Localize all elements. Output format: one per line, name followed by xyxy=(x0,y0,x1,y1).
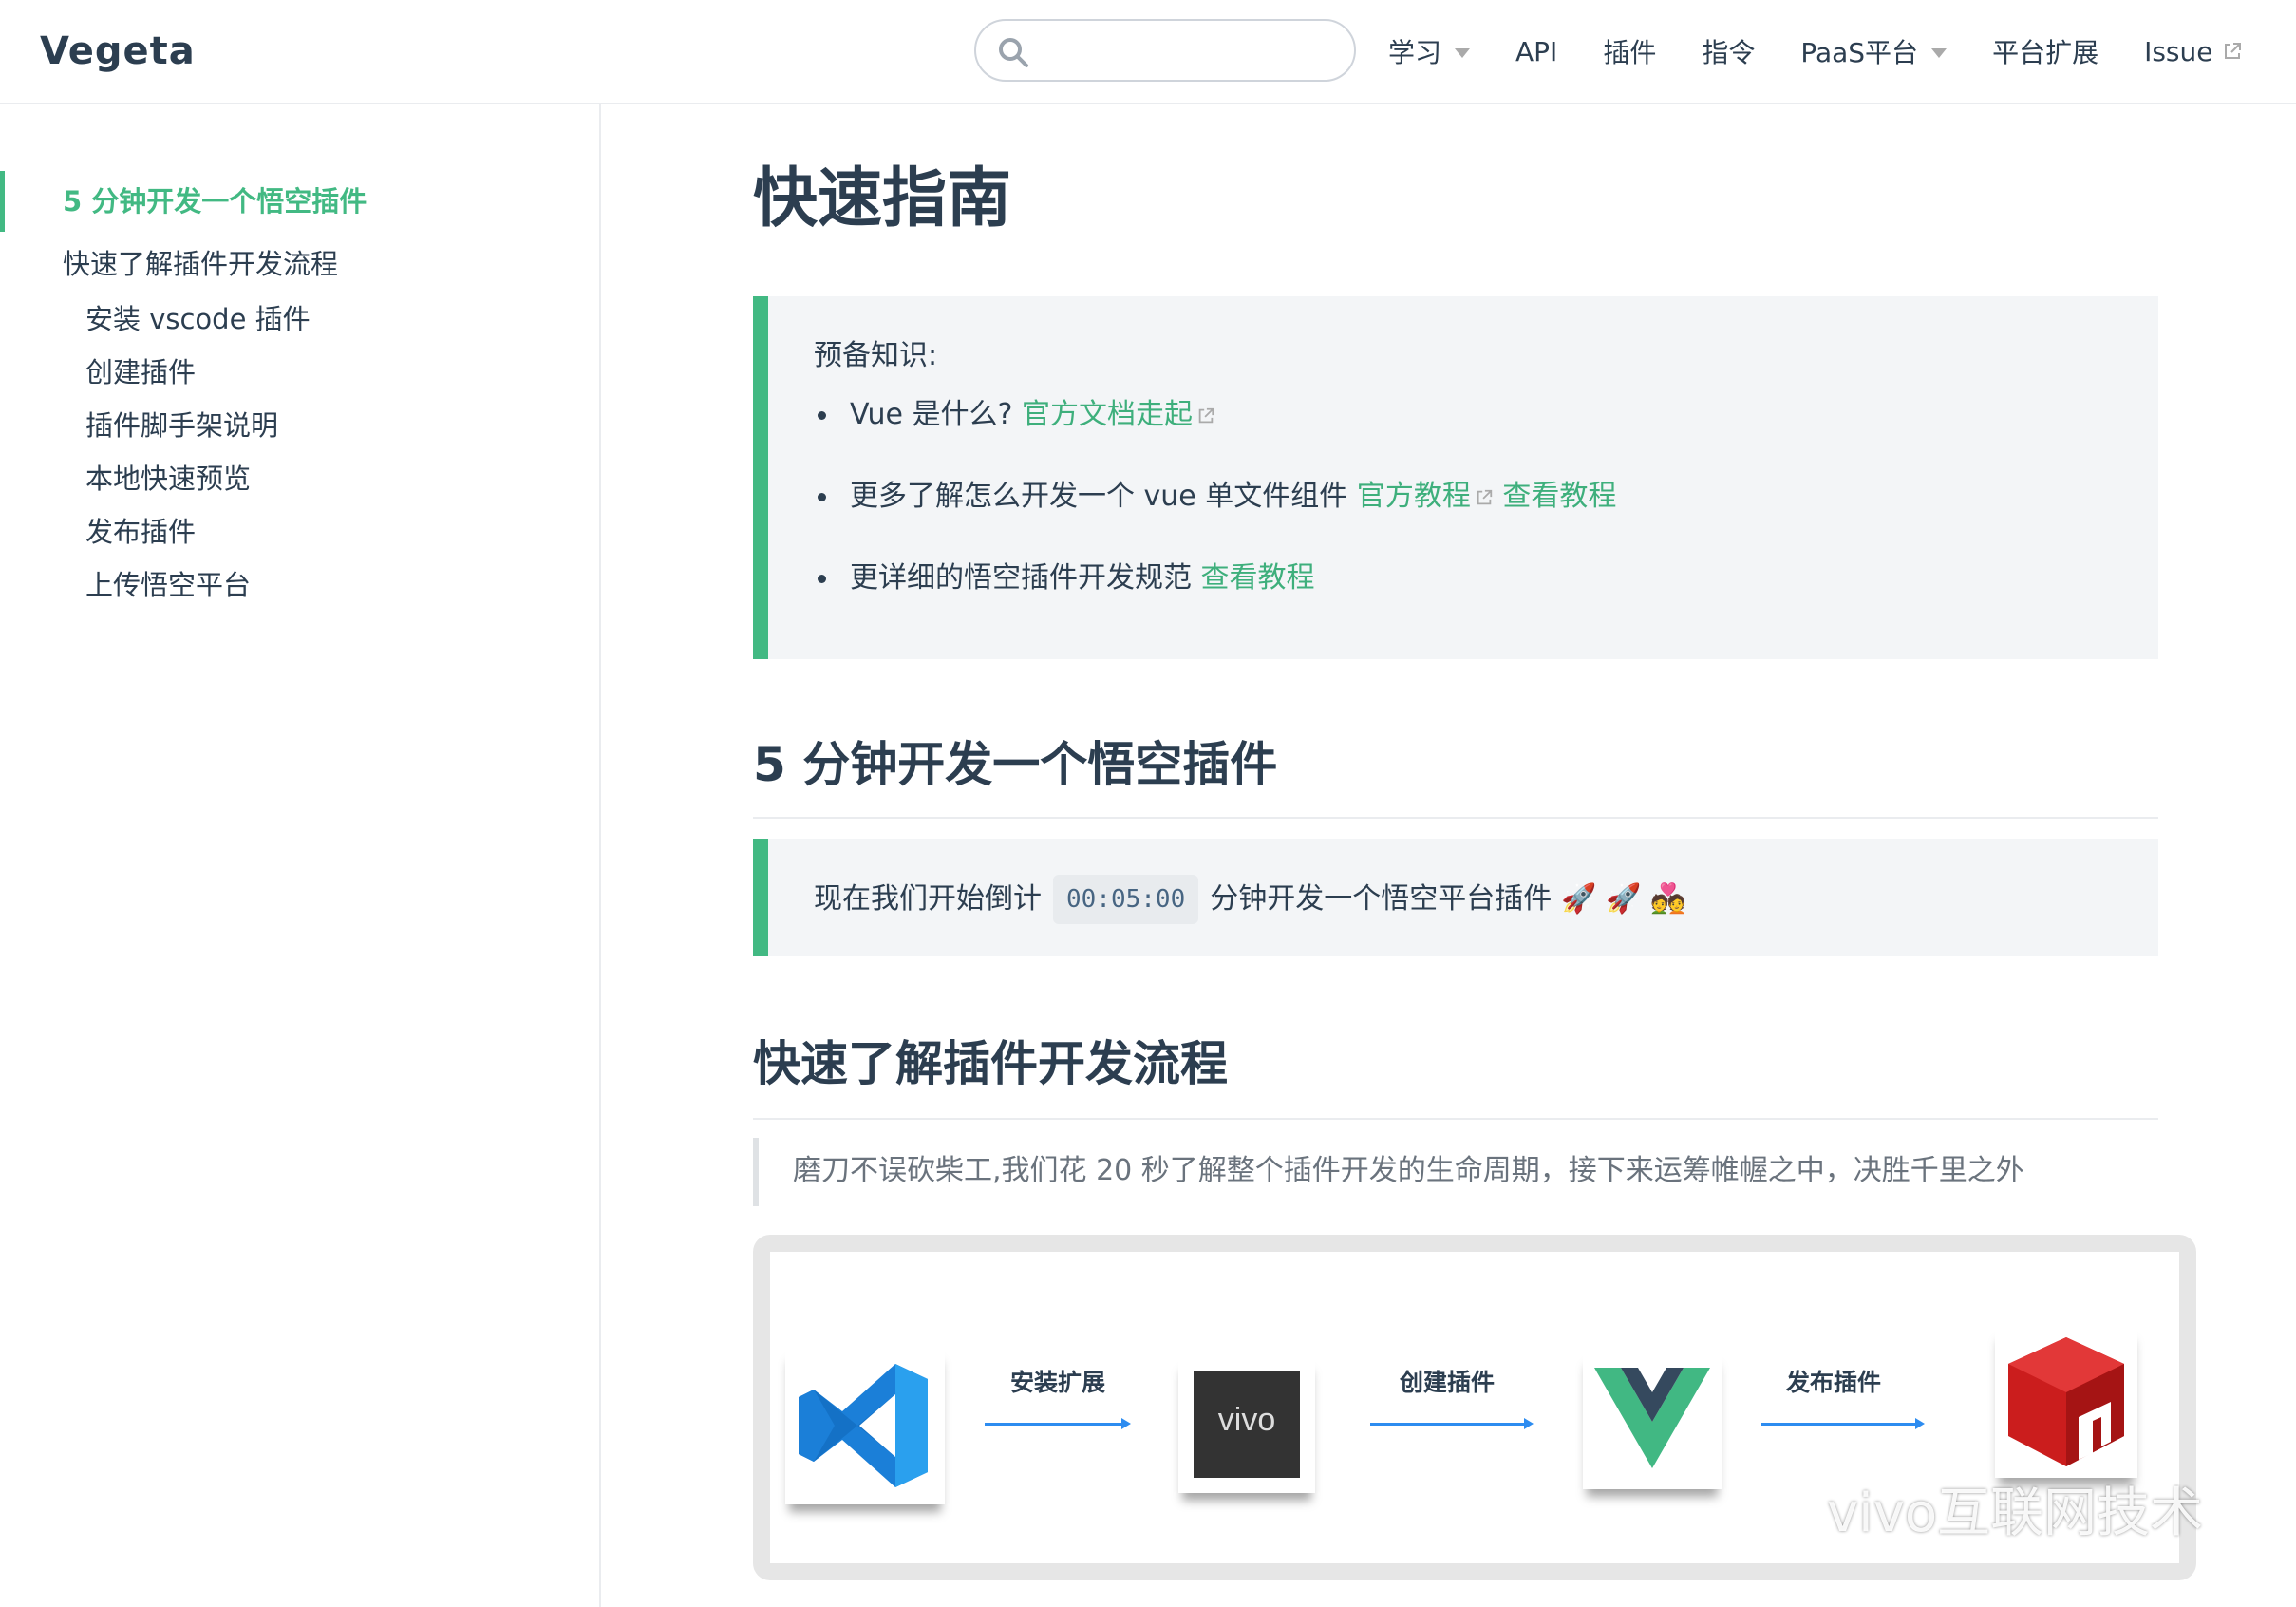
countdown-tip: 现在我们开始倒计 00:05:00 分钟开发一个悟空平台插件 🚀 🚀 💑 xyxy=(753,839,2158,956)
flow-step-install: 安装扩展 xyxy=(1010,1369,1106,1396)
nav-issue-label: Issue xyxy=(2144,35,2213,67)
countdown-code: 00:05:00 xyxy=(1053,875,1199,924)
external-link-icon xyxy=(1198,407,1214,423)
vscode-logo xyxy=(785,1347,945,1504)
vivo-logo: vivo xyxy=(1178,1356,1315,1493)
official-tutorial-link[interactable]: 官方教程 xyxy=(1357,480,1471,513)
search-input[interactable] xyxy=(974,19,1356,82)
vscode-icon xyxy=(799,1364,928,1487)
nav-paas[interactable]: PaaS平台 xyxy=(1800,32,1948,70)
nav-issue[interactable]: Issue xyxy=(2144,36,2243,67)
prereq-tip: 预备知识: Vue 是什么? 官方文档走起 更多了解怎么开发一个 vue 单文件… xyxy=(753,296,2158,659)
sidebar-item-upload[interactable]: 上传悟空平台 xyxy=(85,566,251,604)
nav-paas-label: PaaS平台 xyxy=(1800,37,1919,68)
flow-arrow xyxy=(1761,1418,1925,1429)
page-title: 快速指南 xyxy=(753,161,1012,236)
section-heading-5min: 5 分钟开发一个悟空插件 xyxy=(753,731,2158,819)
caret-down-icon xyxy=(1931,48,1948,58)
search-icon xyxy=(999,38,1028,67)
quote-text: 磨刀不误砍柴工,我们花 20 秒了解整个插件开发的生命周期，接下来运筹帷幄之中，… xyxy=(793,1154,2024,1187)
nav-links: 学习 API 插件 指令 PaaS平台 平台扩展 Issue xyxy=(1388,27,2243,76)
view-spec-link[interactable]: 查看教程 xyxy=(1201,561,1315,595)
flow-step-publish: 发布插件 xyxy=(1786,1369,1882,1396)
wechat-icon xyxy=(1736,1480,1812,1537)
flow-step-create: 创建插件 xyxy=(1400,1369,1496,1396)
list-item: Vue 是什么? 官方文档走起 xyxy=(814,395,1616,477)
nav-learn[interactable]: 学习 xyxy=(1388,32,1471,70)
sidebar-item-install-vscode[interactable]: 安装 vscode 插件 xyxy=(85,300,311,338)
nav-api-label: API xyxy=(1515,35,1558,67)
navbar: Vegeta 学习 API 插件 指令 PaaS平台 平台扩展 Issue xyxy=(0,0,2296,104)
nav-api[interactable]: API xyxy=(1515,36,1557,67)
sidebar-item-publish[interactable]: 发布插件 xyxy=(85,513,196,551)
sidebar: 5 分钟开发一个悟空插件 快速了解插件开发流程 安装 vscode 插件 创建插… xyxy=(0,104,601,1607)
sidebar-item-create-plugin[interactable]: 创建插件 xyxy=(85,353,196,391)
countdown-text: 现在我们开始倒计 00:05:00 分钟开发一个悟空平台插件 🚀 🚀 💑 xyxy=(814,875,1685,924)
vue-icon xyxy=(1594,1368,1710,1468)
section-heading-flow: 快速了解插件开发流程 xyxy=(753,1030,2158,1120)
countdown-after: 分钟开发一个悟空平台插件 xyxy=(1210,882,1553,916)
sidebar-item-flow[interactable]: 快速了解插件开发流程 xyxy=(63,245,338,283)
flow-quote: 磨刀不误砍柴工,我们花 20 秒了解整个插件开发的生命周期，接下来运筹帷幄之中，… xyxy=(753,1138,2158,1206)
prereq-title: 预备知识: xyxy=(814,339,938,372)
nav-platform-ext[interactable]: 平台扩展 xyxy=(1992,32,2098,70)
countdown-before: 现在我们开始倒计 xyxy=(814,882,1042,916)
list-item: 更多了解怎么开发一个 vue 单文件组件 官方教程 查看教程 xyxy=(814,477,1616,558)
vivo-logo-text: vivo xyxy=(1217,1402,1276,1438)
nav-plugins-label: 插件 xyxy=(1603,37,1657,68)
watermark-text: vivo互联网技术 xyxy=(1827,1483,2204,1544)
flow-arrow xyxy=(985,1418,1131,1429)
vue-logo xyxy=(1583,1351,1722,1489)
external-link-icon xyxy=(1477,489,1493,504)
prereq-text: 更多了解怎么开发一个 vue 单文件组件 xyxy=(850,480,1357,513)
official-docs-link[interactable]: 官方文档走起 xyxy=(1022,398,1193,431)
prereq-list: Vue 是什么? 官方文档走起 更多了解怎么开发一个 vue 单文件组件 官方教… xyxy=(814,395,1616,640)
nav-directives[interactable]: 指令 xyxy=(1702,32,1755,70)
prereq-text: 更详细的悟空插件开发规范 xyxy=(850,561,1201,595)
watermark: vivo互联网技术 xyxy=(1732,1470,2203,1547)
prereq-text: Vue 是什么? xyxy=(850,398,1022,431)
view-tutorial-link[interactable]: 查看教程 xyxy=(1502,480,1616,513)
site-title[interactable]: Vegeta xyxy=(40,25,196,78)
sidebar-active-indicator xyxy=(0,171,5,232)
nav-platform-ext-label: 平台扩展 xyxy=(1992,37,2099,68)
sidebar-item-5min[interactable]: 5 分钟开发一个悟空插件 xyxy=(63,182,367,220)
external-link-icon xyxy=(2225,43,2242,59)
rocket-emoji: 🚀 🚀 💑 xyxy=(1561,882,1686,916)
sidebar-item-preview[interactable]: 本地快速预览 xyxy=(85,460,251,498)
nav-learn-label: 学习 xyxy=(1388,37,1442,68)
vivo-logo-box: vivo xyxy=(1194,1371,1300,1478)
flow-arrow xyxy=(1370,1418,1534,1429)
cube-icon xyxy=(2008,1337,2124,1466)
list-item: 更详细的悟空插件开发规范 查看教程 xyxy=(814,558,1616,640)
npm-cube-logo xyxy=(1995,1326,2137,1478)
caret-down-icon xyxy=(1455,48,1471,58)
sidebar-item-scaffold[interactable]: 插件脚手架说明 xyxy=(85,406,278,444)
nav-plugins[interactable]: 插件 xyxy=(1603,32,1656,70)
nav-directives-label: 指令 xyxy=(1702,37,1756,68)
